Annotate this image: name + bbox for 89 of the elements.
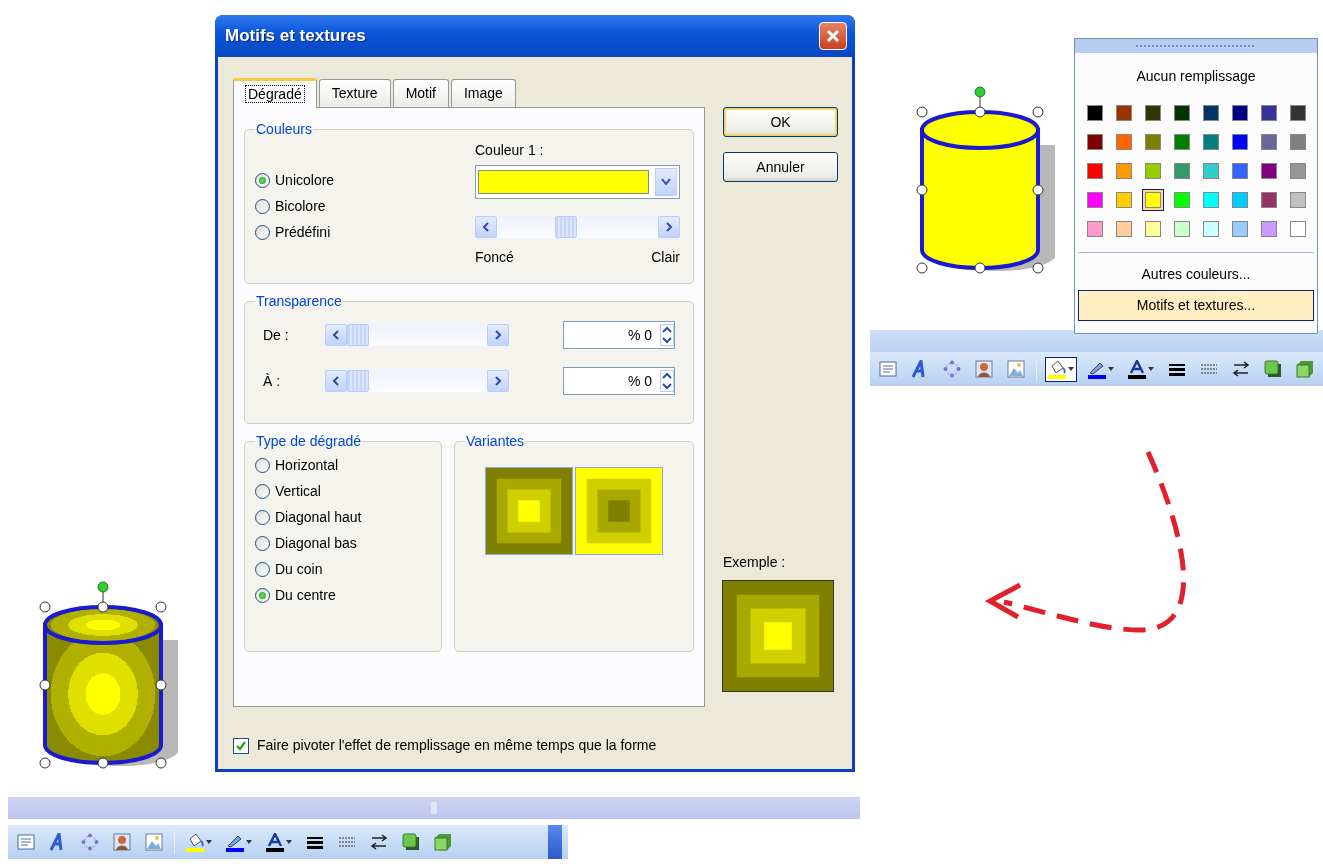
fill-color-icon	[186, 832, 204, 852]
radio-button[interactable]	[255, 224, 270, 240]
radio-label: Diagonal haut	[275, 507, 362, 527]
color-dropdown[interactable]	[475, 165, 680, 199]
ok-button[interactable]: OK	[723, 107, 838, 137]
toolbar-button[interactable]	[1045, 356, 1077, 382]
grip-handle[interactable]	[1136, 44, 1256, 48]
radio-button[interactable]	[255, 457, 270, 473]
shadow-icon	[1264, 360, 1282, 378]
window-title: Motifs et textures	[225, 25, 366, 48]
radio-label: Du centre	[275, 585, 336, 605]
slider-thumb[interactable]	[347, 324, 369, 346]
shadow-icon	[402, 833, 420, 851]
font-color-icon	[266, 832, 284, 852]
textbox-icon	[17, 833, 35, 851]
checkbox[interactable]	[233, 737, 249, 754]
close-button[interactable]	[819, 22, 847, 50]
slider-thumb[interactable]	[347, 370, 369, 392]
spin-icon[interactable]	[660, 324, 674, 346]
scroll-right-button[interactable]	[487, 370, 509, 392]
scroll-right-button[interactable]	[658, 216, 680, 238]
caret-icon	[1108, 367, 1114, 371]
radio-label: Bicolore	[275, 196, 326, 216]
radio-button[interactable]	[255, 535, 270, 551]
slider[interactable]	[325, 369, 509, 393]
textbox-icon	[879, 360, 897, 378]
picture-icon	[1007, 360, 1025, 378]
cube-icon	[434, 833, 452, 851]
menu-item[interactable]: Motifs et textures...	[1078, 290, 1314, 321]
picture-icon	[145, 833, 163, 851]
cancel-button[interactable]: Annuler	[723, 152, 838, 182]
checkbox-label: Faire pivoter l'effet de remplissage en même temps que la forme	[257, 736, 657, 755]
scroll-left-button[interactable]	[475, 216, 497, 238]
radio-button[interactable]	[255, 172, 270, 188]
scroll-right-button[interactable]	[487, 324, 509, 346]
group-title: Type de dégradé	[255, 434, 363, 448]
clipart-icon	[975, 360, 993, 378]
group-title: Transparence	[255, 294, 343, 308]
slider-label: Foncé	[475, 248, 514, 267]
radio-label: Unicolore	[275, 170, 335, 190]
group-title: Couleurs	[255, 122, 314, 136]
clipart-icon	[113, 833, 131, 851]
percent-field[interactable]: % 0	[563, 321, 675, 349]
preview-label: Exemple :	[723, 553, 787, 572]
caret-icon	[1068, 367, 1074, 371]
slider-thumb[interactable]	[555, 216, 578, 238]
scroll-left-button[interactable]	[325, 370, 347, 392]
menu-item[interactable]: Autres couleurs...	[1078, 259, 1314, 290]
chevron-down-icon	[660, 177, 672, 187]
diagram-icon	[81, 833, 99, 851]
checkmark-icon	[235, 739, 247, 752]
cube-icon	[1296, 360, 1314, 378]
arrow-style-icon	[370, 833, 388, 851]
radio-button[interactable]	[255, 198, 270, 214]
field-label: Couleur 1 :	[475, 141, 545, 160]
tab[interactable]: Motif	[392, 79, 449, 107]
radio-button[interactable]	[255, 509, 270, 525]
grip-icon	[431, 801, 437, 815]
tab[interactable]: Dégradé	[233, 78, 317, 108]
caret-icon	[246, 840, 252, 844]
caret-icon	[286, 840, 292, 844]
arrow-style-icon	[1232, 360, 1250, 378]
radio-label: Vertical	[275, 481, 321, 501]
slider[interactable]	[475, 215, 680, 239]
slider[interactable]	[325, 323, 509, 347]
fill-color-icon	[1048, 359, 1066, 379]
group-title: Variantes	[465, 434, 526, 448]
caret-icon	[1148, 367, 1154, 371]
percent-field[interactable]: % 0	[563, 367, 675, 395]
diagram-icon	[943, 360, 961, 378]
radio-button[interactable]	[255, 483, 270, 499]
slider-label: Clair	[651, 248, 680, 267]
tab[interactable]: Image	[450, 79, 516, 107]
caret-icon	[206, 840, 212, 844]
dropdown-button[interactable]	[655, 168, 677, 196]
field-label: À :	[262, 371, 282, 391]
spin-icon[interactable]	[660, 370, 674, 392]
tab[interactable]: Texture	[318, 79, 391, 107]
menu-item[interactable]: Aucun remplissage	[1078, 61, 1314, 92]
radio-button[interactable]	[255, 587, 270, 603]
scroll-left-button[interactable]	[325, 324, 347, 346]
radio-label: Horizontal	[275, 455, 339, 475]
field-label: De :	[262, 325, 290, 345]
radio-button[interactable]	[255, 561, 270, 577]
font-color-icon	[1128, 359, 1146, 379]
radio-label: Diagonal bas	[275, 533, 357, 553]
close-icon	[825, 28, 841, 44]
radio-label: Du coin	[275, 559, 323, 579]
radio-label: Prédéfini	[275, 222, 331, 242]
